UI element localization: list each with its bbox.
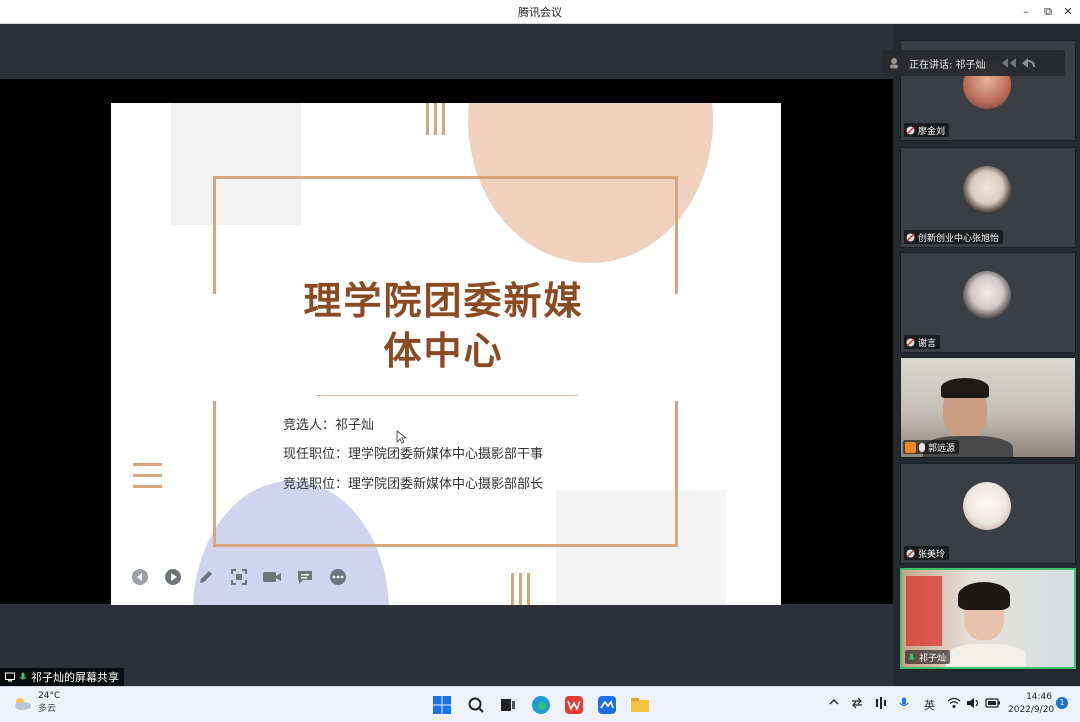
cursor-icon — [396, 430, 406, 444]
slide-title-line2: 体中心 — [383, 329, 504, 373]
slide-title-line1: 理学院团委新媒 — [303, 279, 584, 323]
participant-name: 张美玲 — [918, 549, 946, 560]
target-position-text: 竞选职位：理学院团委新媒体中心摄影部部长 — [283, 477, 544, 492]
clock-date: 2022/9/20 — [1008, 705, 1055, 715]
pen-icon[interactable] — [195, 566, 217, 588]
muted-mic-icon — [906, 549, 915, 557]
frame-line — [675, 176, 678, 294]
candidate-text: 竞选人：祁子灿 — [283, 418, 375, 433]
slide-title: 理学院团委新媒 体中心 — [251, 276, 636, 376]
muted-mic-icon — [906, 338, 915, 346]
network-switch-icon[interactable] — [851, 697, 863, 712]
current-position-text: 现任职位：理学院团委新媒体中心摄影部干事 — [283, 447, 544, 462]
muted-mic-icon — [906, 126, 915, 134]
frame-line — [213, 544, 678, 547]
close-button[interactable]: ✕ — [1058, 3, 1078, 21]
play-icon[interactable] — [162, 566, 184, 588]
participant-tile[interactable]: 张美玲 — [900, 463, 1076, 564]
participant-name: 郭远源 — [928, 443, 956, 454]
participant-name-tag: 郭远源 — [903, 440, 960, 454]
participant-name: 创新创业中心张旭怡 — [918, 233, 1000, 244]
person-hair — [958, 582, 1010, 610]
title-bar: 腾讯会议 – ⧉ ✕ — [0, 0, 1080, 24]
divider — [316, 395, 578, 396]
share-screen-icon — [5, 672, 15, 682]
participant-video-active[interactable]: 祁子灿 — [900, 568, 1076, 669]
task-view-icon[interactable] — [496, 693, 520, 717]
clock-time: 14:46 — [1026, 692, 1052, 702]
participant-name-tag: 创新创业中心张旭怡 — [904, 230, 1004, 244]
start-icon[interactable] — [430, 693, 454, 717]
wps-icon[interactable] — [562, 693, 586, 717]
minimize-button[interactable]: – — [1016, 3, 1036, 21]
frame-line — [213, 401, 216, 547]
participant-name: 廖金刘 — [918, 126, 946, 137]
cloudy-icon — [15, 697, 31, 710]
avatar — [963, 482, 1011, 530]
background-object — [906, 576, 942, 646]
mic-active-icon — [19, 672, 27, 680]
tray-overflow-icon[interactable] — [829, 697, 839, 710]
notification-badge[interactable]: 1 — [1056, 697, 1068, 709]
frame-line — [675, 401, 678, 547]
comment-icon[interactable] — [294, 566, 316, 588]
volume-icon[interactable] — [966, 697, 980, 712]
muted-mic-icon — [906, 233, 915, 241]
layout-icons[interactable] — [1000, 56, 1038, 70]
taskbar: 24°C 多云 英 14:46 2022/9/20 1 — [0, 686, 1080, 722]
weather-temp: 24°C — [38, 691, 61, 701]
participant-name: 谢言 — [918, 338, 937, 349]
participant-name-tag: 廖金刘 — [904, 123, 950, 137]
decor-bars — [133, 463, 162, 488]
tencent-meeting-icon[interactable] — [595, 693, 619, 717]
file-explorer-icon[interactable] — [628, 693, 652, 717]
decor-square — [171, 103, 301, 225]
participant-video[interactable]: 郭远源 — [900, 357, 1076, 458]
participant-tile[interactable]: 谢言 — [900, 252, 1076, 353]
speaking-indicator: 正在讲话: 祁子灿 — [883, 50, 1065, 76]
participant-name-tag: 张美玲 — [904, 546, 950, 560]
search-icon[interactable] — [464, 693, 488, 717]
window-title: 腾讯会议 — [518, 6, 562, 19]
input-language[interactable]: 英 — [924, 697, 935, 713]
share-label-text: 祁子灿的屏幕共享 — [31, 671, 119, 684]
decor-square — [556, 490, 726, 605]
participant-tile[interactable]: 创新创业中心张旭怡 — [900, 147, 1076, 248]
host-icon — [905, 441, 916, 453]
microphone-icon[interactable] — [899, 697, 909, 712]
avatar — [963, 271, 1011, 319]
restore-button[interactable]: ⧉ — [1038, 3, 1058, 21]
participant-name-tag: 谢言 — [904, 335, 941, 349]
more-icon[interactable] — [327, 566, 349, 588]
avatar — [963, 166, 1011, 214]
person-shirt — [946, 644, 1026, 667]
screenshot-icon[interactable] — [228, 566, 250, 588]
person-hair — [941, 378, 989, 398]
participant-name: 祁子灿 — [919, 653, 947, 664]
screen-share-label: 祁子灿的屏幕共享 — [0, 668, 124, 686]
app-window: 腾讯会议 – ⧉ ✕ 理学院团委新媒 体中心 竞选人：祁子灿 现任职位：理学院团… — [0, 0, 1080, 722]
presentation-slide: 理学院团委新媒 体中心 竞选人：祁子灿 现任职位：理学院团委新媒体中心摄影部干事… — [111, 103, 781, 605]
battery-icon[interactable] — [985, 697, 1001, 712]
edge-icon[interactable] — [529, 693, 553, 717]
camera-icon[interactable] — [261, 566, 283, 588]
weather-widget[interactable]: 24°C 多云 — [12, 691, 60, 714]
decor-bars — [426, 103, 445, 135]
mic-icon — [919, 442, 925, 452]
decor-bars — [511, 573, 530, 605]
participant-name-tag: 祁子灿 — [905, 650, 951, 664]
system-clock[interactable]: 14:46 2022/9/20 — [1008, 691, 1055, 717]
speaking-label: 正在讲话: 祁子灿 — [909, 59, 986, 71]
wifi-icon[interactable] — [947, 697, 961, 712]
speaker-avatar-icon — [890, 58, 898, 69]
prev-icon[interactable] — [129, 566, 151, 588]
weather-desc: 多云 — [38, 704, 57, 714]
slide-toolbar — [129, 566, 349, 588]
frame-line — [213, 176, 678, 179]
mic-active-icon — [908, 653, 915, 660]
frame-line — [213, 176, 216, 294]
audio-device-icon[interactable] — [875, 697, 887, 712]
